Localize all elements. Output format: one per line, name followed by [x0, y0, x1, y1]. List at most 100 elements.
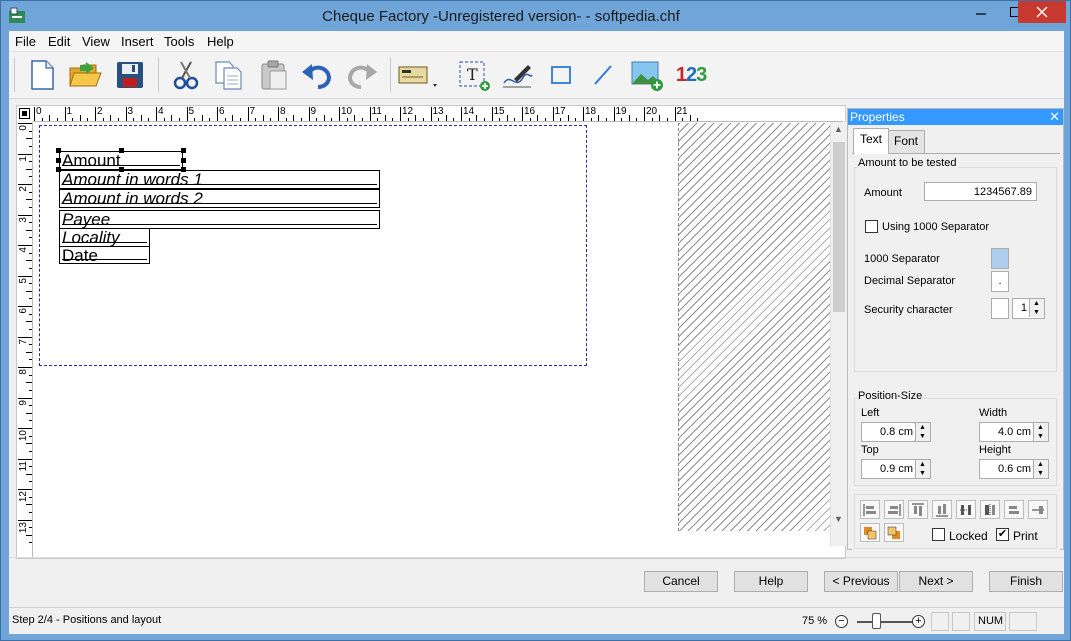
spin-down-icon[interactable]: ▼	[1037, 470, 1044, 477]
signature-icon[interactable]	[500, 58, 534, 92]
align-right-icon[interactable]	[884, 500, 904, 519]
next-button[interactable]: Next >	[899, 571, 973, 592]
cut-icon[interactable]	[169, 58, 203, 92]
paste-icon[interactable]	[257, 58, 291, 92]
cheque-template-icon[interactable]	[397, 58, 441, 92]
scrollbar-thumb[interactable]	[833, 142, 845, 312]
text-tab-pane: Amount to be tested Amount 1234567.89 Us…	[852, 153, 1060, 578]
tab-text[interactable]: Text	[853, 128, 890, 154]
ruler-tick	[598, 115, 600, 121]
number-field-icon[interactable]: 123	[671, 58, 711, 92]
close-icon[interactable]: ✕	[1049, 109, 1060, 125]
spin-up-icon[interactable]: ▲	[919, 424, 926, 431]
field-date[interactable]: Date	[59, 246, 150, 264]
menu-view[interactable]: View	[82, 34, 110, 49]
scroll-down-icon[interactable]: ▼	[834, 514, 843, 524]
spin-down-icon[interactable]: ▼	[1037, 433, 1044, 440]
resize-handle[interactable]	[181, 158, 186, 163]
line-icon[interactable]	[586, 58, 620, 92]
width-spinner[interactable]: 4.0 cm ▲ ▼	[979, 422, 1049, 442]
width-value: 4.0 cm	[997, 426, 1031, 438]
field-locality[interactable]: Locality	[59, 228, 150, 247]
zoom-slider-track[interactable]	[857, 621, 915, 623]
ruler-label: 0	[36, 106, 42, 117]
spin-up-icon[interactable]: ▲	[1033, 300, 1040, 307]
thousand-separator-input[interactable]	[991, 248, 1009, 269]
locked-checkbox[interactable]	[932, 528, 945, 541]
copy-icon[interactable]	[212, 58, 246, 92]
field-amount-in-words-2[interactable]: Amount in words 2	[59, 189, 380, 208]
resize-handle[interactable]	[119, 148, 124, 153]
print-checkbox[interactable]: ✔	[996, 528, 1009, 541]
menu-help[interactable]: Help	[207, 34, 234, 49]
open-folder-icon[interactable]	[68, 58, 102, 92]
spinner-buttons[interactable]: ▲ ▼	[1033, 460, 1048, 478]
scroll-up-icon[interactable]: ▲	[834, 124, 843, 134]
undo-icon[interactable]	[300, 58, 334, 92]
vertical-scrollbar[interactable]: ▲ ▼	[830, 122, 846, 546]
align-top-icon[interactable]	[908, 500, 928, 519]
spinner-buttons[interactable]: ▲ ▼	[915, 423, 930, 441]
decimal-separator-input[interactable]: .	[991, 271, 1009, 292]
previous-button[interactable]: < Previous	[824, 571, 898, 592]
spin-up-icon[interactable]: ▲	[1037, 461, 1044, 468]
spin-up-icon[interactable]: ▲	[919, 461, 926, 468]
text-field-icon[interactable]: T	[457, 58, 491, 92]
new-file-icon[interactable]	[25, 58, 59, 92]
align-left-icon[interactable]	[860, 500, 880, 519]
rectangle-icon[interactable]	[544, 58, 578, 92]
resize-handle[interactable]	[56, 148, 61, 153]
title-bar[interactable]: Cheque Factory -Unregistered version- - …	[1, 1, 1070, 31]
spin-up-icon[interactable]: ▲	[1037, 424, 1044, 431]
field-underline	[62, 224, 377, 225]
spin-down-icon[interactable]: ▼	[919, 470, 926, 477]
resize-handle[interactable]	[56, 158, 61, 163]
same-height-icon[interactable]	[1028, 500, 1048, 519]
ruler-tick	[270, 118, 272, 121]
cancel-button[interactable]: Cancel	[644, 571, 718, 592]
zoom-in-icon[interactable]: +	[912, 615, 925, 628]
help-button[interactable]: Help	[734, 571, 808, 592]
spinner-buttons[interactable]: ▲ ▼	[1033, 423, 1048, 441]
image-icon[interactable]	[629, 58, 663, 92]
ruler-tick	[29, 542, 32, 544]
distribute-vertical-icon[interactable]	[980, 500, 1000, 519]
zoom-slider-thumb[interactable]	[872, 613, 881, 629]
using-separator-checkbox[interactable]	[865, 220, 878, 233]
resize-handle[interactable]	[181, 148, 186, 153]
security-character-spinner[interactable]: 1 ▲ ▼	[1012, 298, 1045, 319]
top-spinner[interactable]: 0.9 cm ▲ ▼	[861, 459, 931, 479]
align-bottom-icon[interactable]	[932, 500, 952, 519]
menu-edit[interactable]: Edit	[48, 34, 70, 49]
amount-input[interactable]: 1234567.89	[924, 182, 1037, 201]
security-character-input[interactable]	[991, 298, 1009, 319]
minimize-button[interactable]	[964, 1, 998, 23]
design-canvas[interactable]: Amount Amount in words 1 Amount in words…	[34, 123, 843, 558]
spin-down-icon[interactable]: ▼	[919, 433, 926, 440]
finish-button[interactable]: Finish	[989, 571, 1063, 592]
spinner-buttons[interactable]: ▲ ▼	[915, 460, 930, 478]
menu-insert[interactable]: Insert	[121, 34, 154, 49]
send-to-back-icon[interactable]	[884, 523, 904, 542]
tab-font[interactable]: Font	[887, 130, 926, 154]
bring-to-front-icon[interactable]	[860, 523, 880, 542]
menu-file[interactable]: File	[15, 34, 36, 49]
redo-icon[interactable]	[345, 58, 379, 92]
zoom-out-icon[interactable]: −	[835, 615, 848, 628]
spinner-buttons[interactable]: ▲ ▼	[1029, 299, 1044, 317]
left-spinner[interactable]: 0.8 cm ▲ ▼	[861, 422, 931, 442]
ruler-tick	[247, 107, 249, 121]
close-window-button[interactable]	[1018, 1, 1066, 23]
ruler-tick	[583, 107, 584, 121]
field-payee[interactable]: Payee	[59, 210, 380, 229]
same-width-icon[interactable]	[1004, 500, 1024, 519]
save-icon[interactable]	[113, 58, 147, 92]
ruler-tick	[29, 283, 32, 285]
ruler-corner-button[interactable]	[19, 108, 30, 119]
field-amount-in-words-1[interactable]: Amount in words 1	[59, 170, 380, 189]
ruler-tick	[590, 118, 592, 121]
spin-down-icon[interactable]: ▼	[1033, 309, 1040, 316]
distribute-horizontal-icon[interactable]	[956, 500, 976, 519]
menu-tools[interactable]: Tools	[164, 34, 194, 49]
height-spinner[interactable]: 0.6 cm ▲ ▼	[979, 459, 1049, 479]
